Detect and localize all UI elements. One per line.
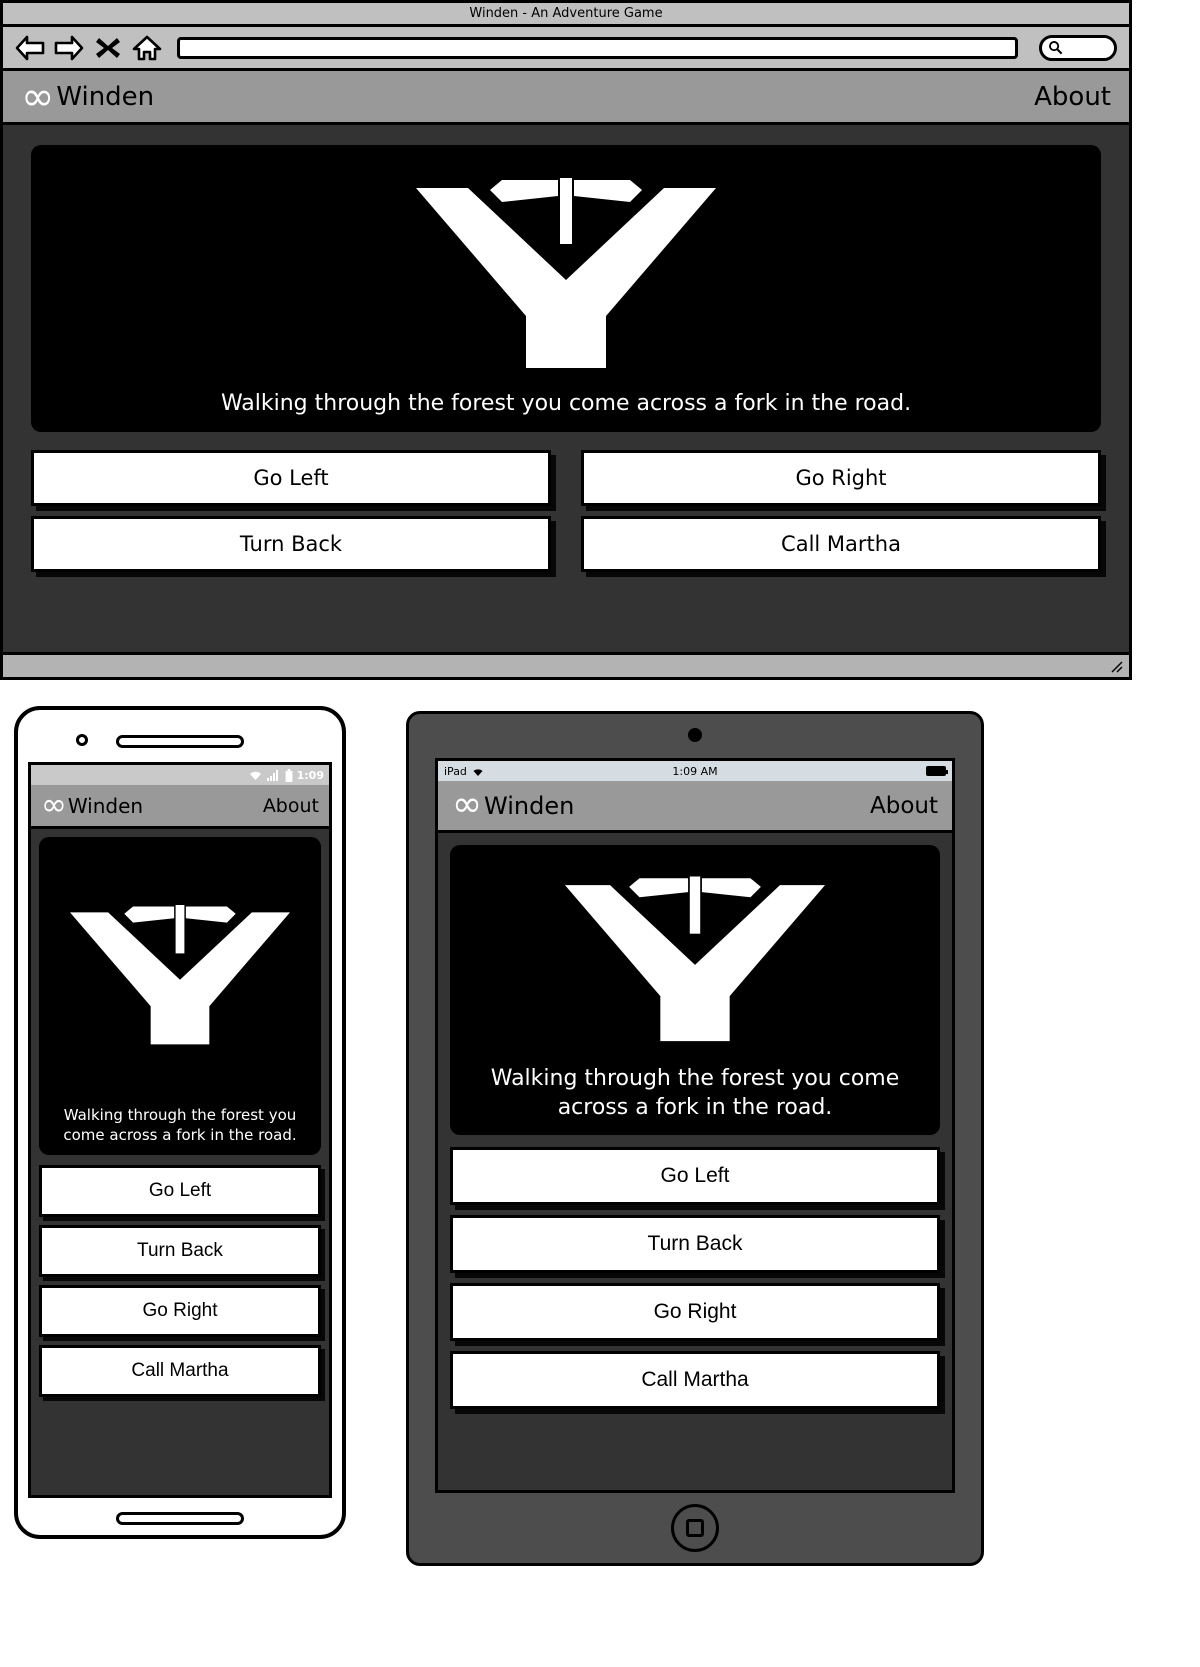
phone-speaker-grille [116,734,244,748]
app-header-desktop: ∞ Winden About [3,71,1129,125]
home-icon[interactable] [132,34,162,62]
game-stage-tablet: Walking through the forest you come acro… [438,833,952,1490]
fork-in-the-road-icon [70,904,290,1045]
search-icon [1049,41,1063,55]
choice-buttons-tablet: Go Left Turn Back Go Right Call Martha [450,1147,940,1409]
choice-button-turn-back[interactable]: Turn Back [450,1215,940,1273]
choice-button-go-right[interactable]: Go Right [581,450,1101,506]
address-bar-input[interactable] [177,36,1018,59]
scene-card-phone: Walking through the forest you come acro… [39,837,321,1155]
choice-button-go-right[interactable]: Go Right [39,1285,321,1337]
window-title: Winden - An Adventure Game [469,6,663,21]
browser-statusbar [3,655,1129,677]
browser-viewport: ∞ Winden About Walking through the fores… [3,71,1129,655]
brand-name: Winden [484,791,575,820]
brand[interactable]: ∞ Winden [21,73,155,120]
android-status-bar: 1:09 [31,765,329,785]
brand-name: Winden [67,793,144,818]
browser-window: Winden - An Adventure Game ∞ Winden Abou… [0,0,1132,680]
brand-name: Winden [56,81,155,112]
app-header-tablet: ∞ Winden About [438,781,952,833]
phone-camera-icon [76,734,88,746]
about-link-phone[interactable]: About [263,795,319,817]
fork-in-the-road-icon [416,178,716,368]
tablet-home-button-square-icon [686,1519,704,1537]
choice-button-go-left[interactable]: Go Left [39,1165,321,1217]
phone-device-mockup: 1:09 ∞ Winden About Walking through the … [14,706,346,1539]
choice-button-turn-back[interactable]: Turn Back [31,516,551,572]
signal-bars-icon [266,770,278,781]
app-header-phone: ∞ Winden About [31,785,329,829]
scene-caption-tablet: Walking through the forest you come acro… [490,1065,900,1121]
scene-card-tablet: Walking through the forest you come acro… [450,845,940,1135]
back-arrow-icon[interactable] [15,34,45,62]
about-link-desktop[interactable]: About [1034,82,1111,112]
scene-art-tablet [450,845,940,1064]
phone-screen: 1:09 ∞ Winden About Walking through the … [28,762,332,1498]
resize-grip-icon[interactable] [1109,659,1123,673]
game-stage-desktop: Walking through the forest you come acro… [3,125,1129,652]
scene-caption-desktop: Walking through the forest you come acro… [220,391,912,416]
tablet-device-mockup: iPad 1:09 AM ∞ Winden About Walking thro… [406,711,984,1566]
scene-card-desktop: Walking through the forest you come acro… [31,145,1101,432]
battery-icon [926,766,948,776]
choice-buttons-phone: Go Left Turn Back Go Right Call Martha [39,1165,321,1397]
about-link-tablet[interactable]: About [870,793,938,819]
game-stage-phone: Walking through the forest you come acro… [31,829,329,1495]
choice-button-call-martha[interactable]: Call Martha [581,516,1101,572]
battery-icon [285,768,293,782]
scene-caption-phone: Walking through the forest you come acro… [63,1105,297,1144]
tablet-screen: iPad 1:09 AM ∞ Winden About Walking thro… [435,758,955,1493]
scene-art-phone [39,837,321,1105]
forward-arrow-icon[interactable] [54,34,84,62]
ipad-status-bar: iPad 1:09 AM [438,761,952,781]
stop-close-icon[interactable] [93,34,123,62]
phone-home-button[interactable] [116,1512,244,1525]
choice-button-go-left[interactable]: Go Left [31,450,551,506]
infinity-logo-icon: ∞ [41,787,67,824]
phone-top-bezel [28,726,332,756]
choice-button-turn-back[interactable]: Turn Back [39,1225,321,1277]
browser-toolbar [3,27,1129,71]
browser-titlebar: Winden - An Adventure Game [3,3,1129,27]
ipad-status-time: 1:09 AM [672,764,718,778]
infinity-logo-icon: ∞ [452,784,482,826]
tablet-camera-icon [688,728,702,742]
tablet-home-button[interactable] [671,1504,719,1552]
scene-art-desktop [31,145,1101,391]
choice-button-go-right[interactable]: Go Right [450,1283,940,1341]
android-status-time: 1:09 [296,768,324,782]
choice-button-go-left[interactable]: Go Left [450,1147,940,1205]
infinity-logo-icon: ∞ [21,73,54,120]
choice-buttons-desktop: Go Left Go Right Turn Back Call Martha [31,450,1101,572]
choice-button-call-martha[interactable]: Call Martha [39,1345,321,1397]
choice-button-call-martha[interactable]: Call Martha [450,1351,940,1409]
search-input[interactable] [1039,34,1117,61]
fork-in-the-road-icon [565,876,825,1041]
wifi-icon [249,771,261,780]
